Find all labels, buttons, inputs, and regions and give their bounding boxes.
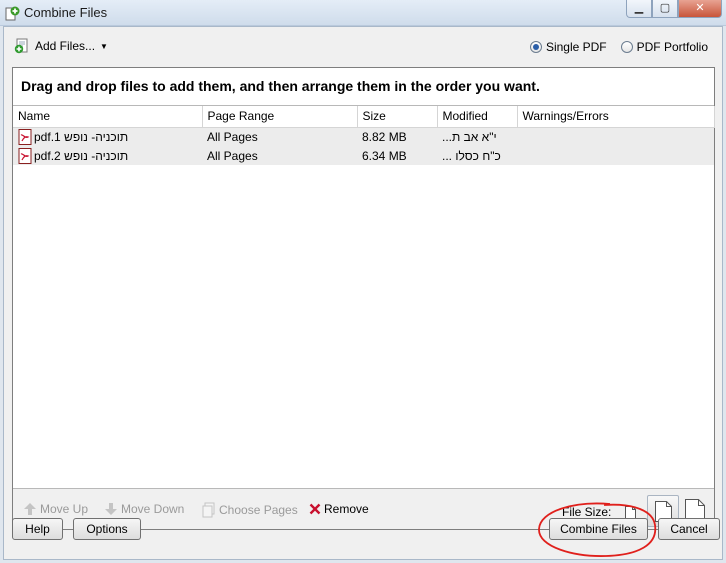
title-bar: Combine Files ▁ ▢ ✕ [0, 0, 726, 26]
options-button[interactable]: Options [73, 518, 141, 540]
file-name: תוכניה- נופש 2.pdf [34, 148, 129, 163]
choose-pages-label: Choose Pages [219, 503, 298, 517]
remove-label: Remove [324, 502, 369, 516]
move-down-label: Move Down [121, 502, 185, 516]
close-button[interactable]: ✕ [678, 0, 722, 18]
single-pdf-label: Single PDF [545, 40, 607, 54]
modified-cell: כ"ח כסלו ... [437, 146, 517, 165]
add-files-label: Add Files... [35, 39, 96, 53]
combine-files-button[interactable]: Combine Files [549, 518, 648, 540]
help-button[interactable]: Help [12, 518, 63, 540]
warnings-cell [517, 146, 714, 165]
table-row[interactable]: תוכניה- נופש 1.pdf All Pages 8.82 MB י"א… [13, 127, 714, 146]
file-name-cell: תוכניה- נופש 2.pdf [13, 146, 202, 165]
instruction-text: Drag and drop files to add them, and the… [13, 68, 714, 106]
pdf-portfolio-radio[interactable]: PDF Portfolio [620, 40, 708, 54]
file-name: תוכניה- נופש 1.pdf [34, 129, 129, 144]
arrow-up-icon [24, 503, 36, 515]
page-range-cell: All Pages [202, 146, 357, 165]
remove-button[interactable]: Remove [309, 502, 369, 516]
size-cell: 8.82 MB [357, 127, 437, 146]
warnings-cell [517, 127, 714, 146]
remove-x-icon [309, 503, 321, 515]
pdf-portfolio-label: PDF Portfolio [636, 40, 708, 54]
size-cell: 6.34 MB [357, 146, 437, 165]
radio-selected-icon [529, 41, 542, 53]
window-controls: ▁ ▢ ✕ [626, 0, 722, 18]
single-pdf-radio[interactable]: Single PDF [529, 40, 607, 54]
modified-value: כ"ח כסלו ... [442, 148, 501, 163]
chevron-down-icon[interactable]: ▼ [100, 42, 108, 51]
window-title: Combine Files [24, 5, 108, 20]
output-type-options: Single PDF PDF Portfolio [529, 40, 708, 54]
move-up-button[interactable]: Move Up [23, 502, 88, 516]
add-files-button[interactable]: Add Files... ▼ [14, 38, 108, 54]
file-size-label: File Size: [562, 505, 612, 519]
maximize-button[interactable]: ▢ [652, 0, 678, 18]
page-range-cell: All Pages [202, 127, 357, 146]
column-header-size[interactable]: Size [357, 106, 438, 128]
move-down-button[interactable]: Move Down [104, 502, 184, 516]
combine-files-app-icon [5, 6, 20, 21]
move-up-label: Move Up [40, 502, 89, 516]
table-row[interactable]: תוכניה- נופש 2.pdf All Pages 6.34 MB כ"ח… [13, 146, 714, 165]
modified-cell: י"א אב ת... [437, 127, 517, 146]
minimize-button[interactable]: ▁ [626, 0, 652, 18]
dialog-body: Add Files... ▼ Single PDF PDF Portfolio … [3, 26, 723, 560]
table-header-row: Name Page Range Size Modified Warnings/E… [13, 106, 715, 128]
radio-unselected-icon [620, 41, 633, 53]
modified-value: י"א אב ת... [442, 129, 497, 144]
pdf-file-icon [18, 147, 32, 164]
choose-pages-button[interactable]: Choose Pages [202, 502, 298, 518]
file-name-cell: תוכניה- נופש 1.pdf [13, 127, 202, 146]
file-table[interactable]: Name Page Range Size Modified Warnings/E… [13, 106, 715, 165]
cancel-button[interactable]: Cancel [658, 518, 720, 540]
arrow-down-icon [105, 503, 117, 515]
add-file-icon [14, 38, 28, 54]
pages-icon [202, 502, 215, 518]
file-list-panel: Drag and drop files to add them, and the… [12, 67, 715, 530]
column-header-name[interactable]: Name [13, 106, 203, 128]
column-header-modified[interactable]: Modified [437, 106, 518, 128]
column-header-page-range[interactable]: Page Range [202, 106, 358, 128]
pdf-file-icon [18, 128, 32, 145]
column-header-warnings[interactable]: Warnings/Errors [517, 106, 715, 128]
